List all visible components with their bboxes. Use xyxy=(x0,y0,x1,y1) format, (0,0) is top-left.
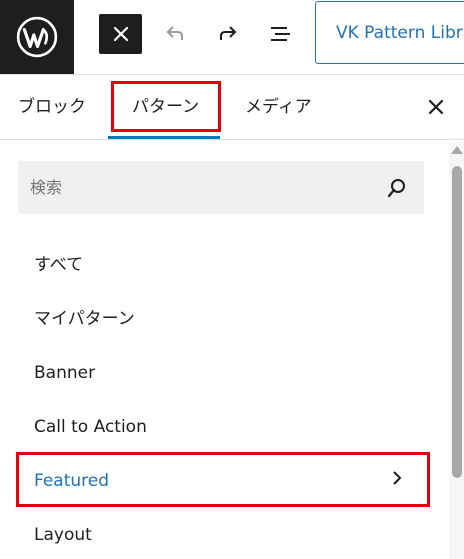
search-icon[interactable] xyxy=(386,177,408,199)
inserter-tabs: ブロック パターン メディア xyxy=(0,75,464,140)
category-featured[interactable]: Featured xyxy=(34,468,109,494)
list-view-icon xyxy=(271,27,290,41)
category-layout[interactable]: Layout xyxy=(34,522,92,548)
list-view-button[interactable] xyxy=(264,17,298,51)
tab-patterns[interactable]: パターン xyxy=(132,75,199,139)
tab-media[interactable]: メディア xyxy=(245,75,312,139)
document-title-button[interactable]: VK Pattern Library xyxy=(315,1,464,64)
pattern-search xyxy=(18,161,424,214)
category-all[interactable]: すべて xyxy=(34,252,83,278)
close-inserter-button[interactable] xyxy=(99,14,142,54)
tab-blocks[interactable]: ブロック xyxy=(18,75,86,139)
undo-icon xyxy=(166,26,183,40)
scroll-up-arrow-icon[interactable] xyxy=(451,146,463,154)
editor-toolbar: VK Pattern Library xyxy=(0,0,464,75)
wordpress-logo-icon[interactable] xyxy=(0,0,74,74)
search-input[interactable] xyxy=(18,161,378,214)
redo-icon xyxy=(220,26,237,40)
undo-button[interactable] xyxy=(158,17,192,51)
close-panel-icon[interactable] xyxy=(424,95,448,119)
category-call-to-action[interactable]: Call to Action xyxy=(34,414,147,440)
category-my-patterns[interactable]: マイパターン xyxy=(34,306,135,332)
close-icon xyxy=(113,26,128,42)
active-tab-indicator xyxy=(108,136,220,139)
redo-button[interactable] xyxy=(211,17,245,51)
scrollbar-thumb[interactable] xyxy=(452,166,462,478)
category-banner[interactable]: Banner xyxy=(34,360,95,386)
wordpress-logo-svg xyxy=(16,16,58,58)
chevron-right-icon xyxy=(393,471,402,485)
